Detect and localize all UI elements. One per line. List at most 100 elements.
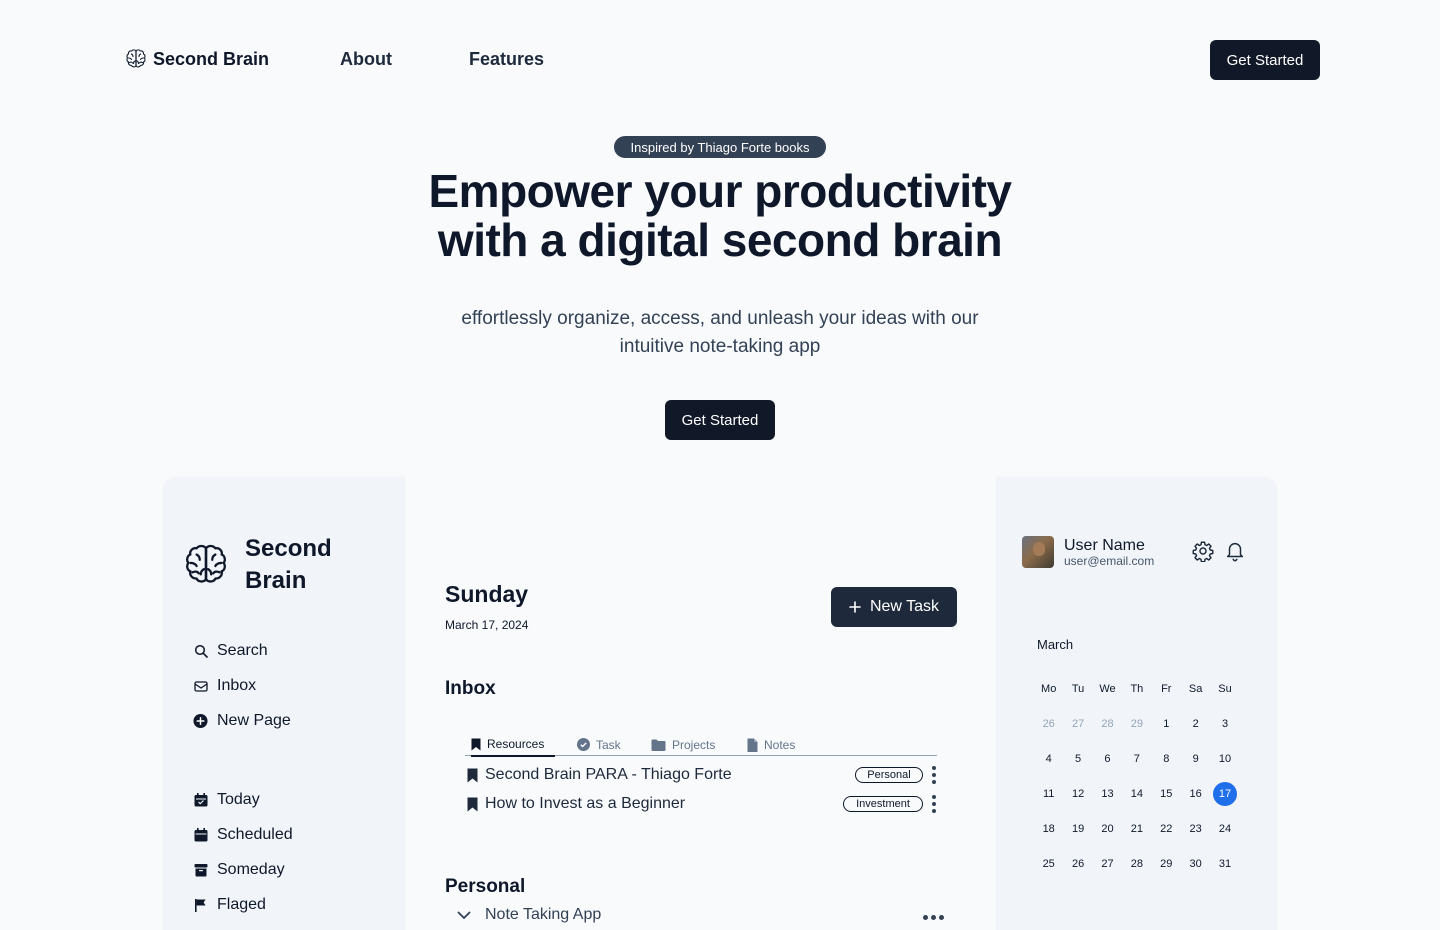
calendar-day[interactable]: 14 [1122,779,1151,814]
brain-logo-icon [181,540,231,590]
more-vertical-icon[interactable] [932,795,936,813]
calendar-week: 4 5 6 7 8 9 10 [1034,744,1240,779]
calendar-day[interactable]: 16 [1181,779,1210,814]
new-task-button[interactable]: New Task [831,587,957,627]
calendar-day[interactable]: 23 [1181,814,1210,849]
calendar-day[interactable]: 18 [1034,814,1063,849]
more-vertical-icon[interactable] [932,766,936,784]
calendar-day[interactable]: 21 [1122,814,1151,849]
inbox-item-title: How to Invest as a Beginner [485,795,686,812]
inbox-item[interactable]: Second Brain PARA - Thiago Forte Persona… [467,764,939,786]
day-title: Sunday [445,581,529,607]
tab-resources[interactable]: Resources [471,733,555,757]
day-date: March 17, 2024 [445,618,529,632]
calendar-day[interactable]: 7 [1122,744,1151,779]
calendar-day[interactable]: 27 [1093,849,1122,884]
nav-link-features[interactable]: Features [469,49,544,70]
calendar-day[interactable]: 27 [1063,709,1092,744]
calendar-week: 18 19 20 21 22 23 24 [1034,814,1240,849]
calendar-day[interactable]: 29 [1122,709,1151,744]
calendar-day[interactable]: 15 [1152,779,1181,814]
calendar-day[interactable]: 5 [1063,744,1092,779]
weekday-label: Th [1130,683,1144,695]
calendar-day[interactable]: 4 [1034,744,1063,779]
sidebar-item-new-page[interactable]: New Page [193,712,291,730]
calendar-day[interactable]: 19 [1063,814,1092,849]
nav-brand-label: Second Brain [153,48,270,69]
avatar[interactable] [1022,536,1054,568]
tab-task[interactable]: Task [577,733,621,756]
bookmark-icon [467,797,478,811]
search-icon [193,644,208,659]
tab-notes[interactable]: Notes [747,733,795,756]
sidebar-item-today[interactable]: Today [193,791,260,809]
calendar-day[interactable]: 2 [1181,709,1210,744]
sidebar-item-flaged[interactable]: Flaged [193,896,266,914]
sidebar-item-someday[interactable]: Someday [193,861,285,879]
calendar-day[interactable]: 26 [1034,709,1063,744]
sidebar-item-label: Search [217,642,268,659]
calendar-day[interactable]: 6 [1093,744,1122,779]
calendar-day[interactable]: 9 [1181,744,1210,779]
nav-get-started-button[interactable]: Get Started [1210,40,1320,80]
folder-icon [651,739,666,751]
calendar-grid: Mo Tu We Th Fr Sa Su 26 27 28 29 1 2 3 4 5 6 7 8 9 10 11 12 13 1… [1034,674,1240,884]
calendar-day[interactable]: 22 [1152,814,1181,849]
check-circle-icon [577,738,590,751]
chevron-down-icon[interactable] [457,911,471,920]
hero-badge: Inspired by Thiago Forte books [614,136,826,158]
calendar-day[interactable]: 30 [1181,849,1210,884]
calendar-day[interactable]: 20 [1093,814,1122,849]
inbox-section-title: Inbox [445,678,496,699]
calendar-week: 26 27 28 29 1 2 3 [1034,709,1240,744]
tab-projects[interactable]: Projects [651,733,715,756]
calendar-day[interactable]: 8 [1152,744,1181,779]
sidebar-item-scheduled[interactable]: Scheduled [193,826,293,844]
hero-get-started-button[interactable]: Get Started [665,400,775,440]
calendar-day[interactable]: 12 [1063,779,1092,814]
file-icon [747,738,758,752]
calendar-day[interactable]: 31 [1210,849,1239,884]
nav-brand[interactable]: Second Brain [124,47,269,71]
hero-subtitle-line2: intuitive note-taking app [619,336,821,357]
hero-subtitle-line1: effortlessly organize, access, and unlea… [461,308,979,329]
sidebar-item-inbox[interactable]: Inbox [193,677,256,695]
hero-title-line2: with a digital second brain [437,214,1003,266]
tag-investment[interactable]: Investment [843,796,923,812]
bookmark-icon [471,738,481,750]
weekday-label: Fr [1161,683,1172,695]
inbox-tabs: Resources Task Projects Notes [465,733,937,757]
calendar-day[interactable]: 11 [1034,779,1063,814]
sidebar-brand[interactable]: Second Brain [181,533,345,597]
calendar-day[interactable]: 17 [1210,779,1239,814]
calendar-day[interactable]: 1 [1152,709,1181,744]
calendar-day[interactable]: 26 [1063,849,1092,884]
calendar-day[interactable]: 28 [1093,709,1122,744]
tab-label: Task [596,737,621,752]
calendar-day[interactable]: 3 [1210,709,1239,744]
inbox-item[interactable]: How to Invest as a Beginner Investment [467,793,939,815]
calendar-day-selected[interactable]: 17 [1213,782,1238,806]
gear-icon[interactable] [1192,540,1214,567]
calendar-day[interactable]: 24 [1210,814,1239,849]
sidebar-item-label: New Page [217,712,291,729]
sidebar-item-label: Today [217,791,260,808]
calendar-day[interactable]: 29 [1152,849,1181,884]
calendar-day[interactable]: 28 [1122,849,1151,884]
calendar-week: 11 12 13 14 15 16 17 [1034,779,1240,814]
user-profile[interactable]: User Name user@email.com [1022,536,1154,568]
nav-link-about[interactable]: About [340,49,392,70]
calendar-day[interactable]: 10 [1210,744,1239,779]
hero-title-line1: Empower your productivity [428,165,1012,217]
personal-item[interactable]: Note Taking App [457,906,957,924]
hero-subtitle: effortlessly organize, access, and unlea… [420,305,1020,361]
more-horizontal-icon[interactable] [923,915,944,920]
sidebar-item-search[interactable]: Search [193,642,268,660]
bell-icon[interactable] [1224,540,1246,567]
tag-personal[interactable]: Personal [855,767,923,783]
sidebar-brand-label: Second Brain [245,533,345,597]
calendar-day[interactable]: 25 [1034,849,1063,884]
calendar-day[interactable]: 13 [1093,779,1122,814]
calendar-days-icon [193,828,208,843]
tab-label: Resources [487,737,545,751]
